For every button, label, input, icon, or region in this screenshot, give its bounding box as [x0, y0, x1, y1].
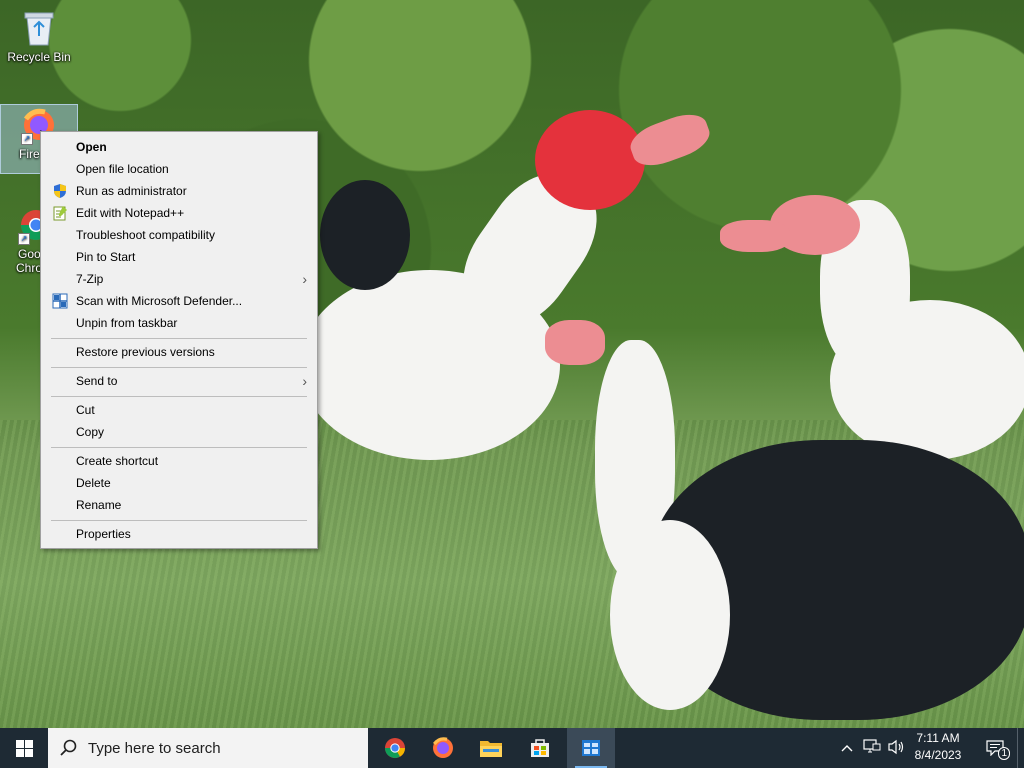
menu-item-label: Run as administrator	[76, 184, 187, 198]
search-placeholder: Type here to search	[88, 739, 221, 757]
defender-icon	[52, 293, 68, 309]
menu-separator	[51, 367, 307, 368]
menu-item-label: Restore previous versions	[76, 345, 215, 359]
menu-item-troubleshoot-compatibility[interactable]: Troubleshoot compatibility	[43, 224, 315, 246]
menu-item-send-to[interactable]: Send to ›	[43, 370, 315, 392]
volume-icon	[887, 739, 905, 758]
menu-item-label: Open	[76, 140, 107, 154]
network-icon	[863, 738, 881, 758]
menu-item-copy[interactable]: Copy	[43, 421, 315, 443]
notification-count-badge: 1	[998, 747, 1010, 760]
shortcut-arrow-icon: ↗	[18, 233, 30, 245]
menu-item-run-as-administrator[interactable]: Run as administrator	[43, 180, 315, 202]
network-button[interactable]	[860, 728, 884, 768]
menu-item-label: Pin to Start	[76, 250, 136, 264]
menu-separator	[51, 396, 307, 397]
menu-item-cut[interactable]: Cut	[43, 399, 315, 421]
menu-item-label: Cut	[76, 403, 95, 417]
menu-item-create-shortcut[interactable]: Create shortcut	[43, 450, 315, 472]
menu-item-scan-with-defender[interactable]: Scan with Microsoft Defender...	[43, 290, 315, 312]
menu-item-label: Send to	[76, 374, 118, 388]
submenu-chevron-icon: ›	[302, 373, 307, 389]
menu-item-label: Rename	[76, 498, 122, 512]
action-center-button[interactable]: 1	[980, 728, 1010, 768]
taskbar-file-explorer-button[interactable]	[467, 728, 515, 768]
clock-time: 7:11 AM	[916, 731, 960, 745]
menu-item-label: Open file location	[76, 162, 169, 176]
menu-item-label: 7-Zip	[76, 272, 104, 286]
submenu-chevron-icon: ›	[302, 271, 307, 287]
menu-item-restore-previous-versions[interactable]: Restore previous versions	[43, 341, 315, 363]
menu-item-label: Troubleshoot compatibility	[76, 228, 215, 242]
show-hidden-icons-button[interactable]	[836, 728, 858, 768]
wallpaper-duck-wing-left	[320, 180, 410, 290]
chevron-up-icon	[841, 741, 853, 755]
clock-date: 8/4/2023	[914, 748, 962, 762]
menu-item-unpin-from-taskbar[interactable]: Unpin from taskbar	[43, 312, 315, 334]
wallpaper-duck-beak-front	[545, 320, 605, 365]
taskbar: Type here to search 7:11 AM 8/4/2023 1	[0, 728, 1024, 768]
chrome-icon	[385, 738, 405, 759]
menu-item-label: Properties	[76, 527, 131, 541]
shortcut-arrow-icon: ↗	[21, 133, 33, 145]
menu-item-label: Scan with Microsoft Defender...	[76, 294, 243, 308]
recycle-bin-icon	[19, 8, 59, 48]
menu-item-label: Delete	[76, 476, 111, 490]
show-desktop-button[interactable]	[1017, 728, 1024, 768]
menu-item-properties[interactable]: Properties	[43, 523, 315, 545]
file-explorer-icon	[480, 741, 502, 757]
firefox-icon	[432, 737, 453, 758]
menu-item-label: Unpin from taskbar	[76, 316, 178, 330]
menu-item-delete[interactable]: Delete	[43, 472, 315, 494]
taskbar-search-box[interactable]: Type here to search	[48, 728, 368, 768]
notepadpp-icon	[52, 205, 68, 221]
menu-item-rename[interactable]: Rename	[43, 494, 315, 516]
app-icon	[582, 740, 600, 756]
menu-separator	[51, 520, 307, 521]
taskbar-clock[interactable]: 7:11 AM 8/4/2023	[908, 730, 968, 766]
menu-item-edit-with-notepadpp[interactable]: Edit with Notepad++	[43, 202, 315, 224]
taskbar-store-button[interactable]	[516, 728, 564, 768]
taskbar-chrome-button[interactable]	[371, 728, 419, 768]
store-icon	[531, 739, 549, 757]
taskbar-active-app-button[interactable]	[567, 728, 615, 768]
wallpaper-duck-chest-front	[610, 520, 730, 710]
menu-item-label: Edit with Notepad++	[76, 206, 185, 220]
windows-logo-icon	[15, 739, 33, 757]
desktop-icon-label: Recycle Bin	[7, 50, 71, 64]
menu-item-open-file-location[interactable]: Open file location	[43, 158, 315, 180]
desktop-icon-recycle-bin[interactable]: Recycle Bin	[3, 8, 75, 64]
wallpaper-duck-beak-left	[625, 107, 715, 173]
menu-item-open[interactable]: Open	[43, 136, 315, 158]
volume-button[interactable]	[884, 728, 908, 768]
search-icon	[60, 739, 77, 756]
wallpaper-duck-head-left	[535, 110, 645, 210]
menu-separator	[51, 447, 307, 448]
notification-icon: 1	[986, 740, 1010, 760]
menu-item-label: Copy	[76, 425, 105, 439]
taskbar-firefox-button[interactable]	[419, 728, 467, 768]
menu-item-7zip[interactable]: 7-Zip ›	[43, 268, 315, 290]
context-menu: Open Open file location Run as administr…	[40, 131, 318, 549]
menu-item-label: Create shortcut	[76, 454, 159, 468]
uac-shield-icon	[52, 183, 68, 199]
menu-item-pin-to-start[interactable]: Pin to Start	[43, 246, 315, 268]
start-button[interactable]	[0, 728, 48, 768]
menu-separator	[51, 338, 307, 339]
wallpaper-duck-beak-right	[720, 220, 790, 252]
